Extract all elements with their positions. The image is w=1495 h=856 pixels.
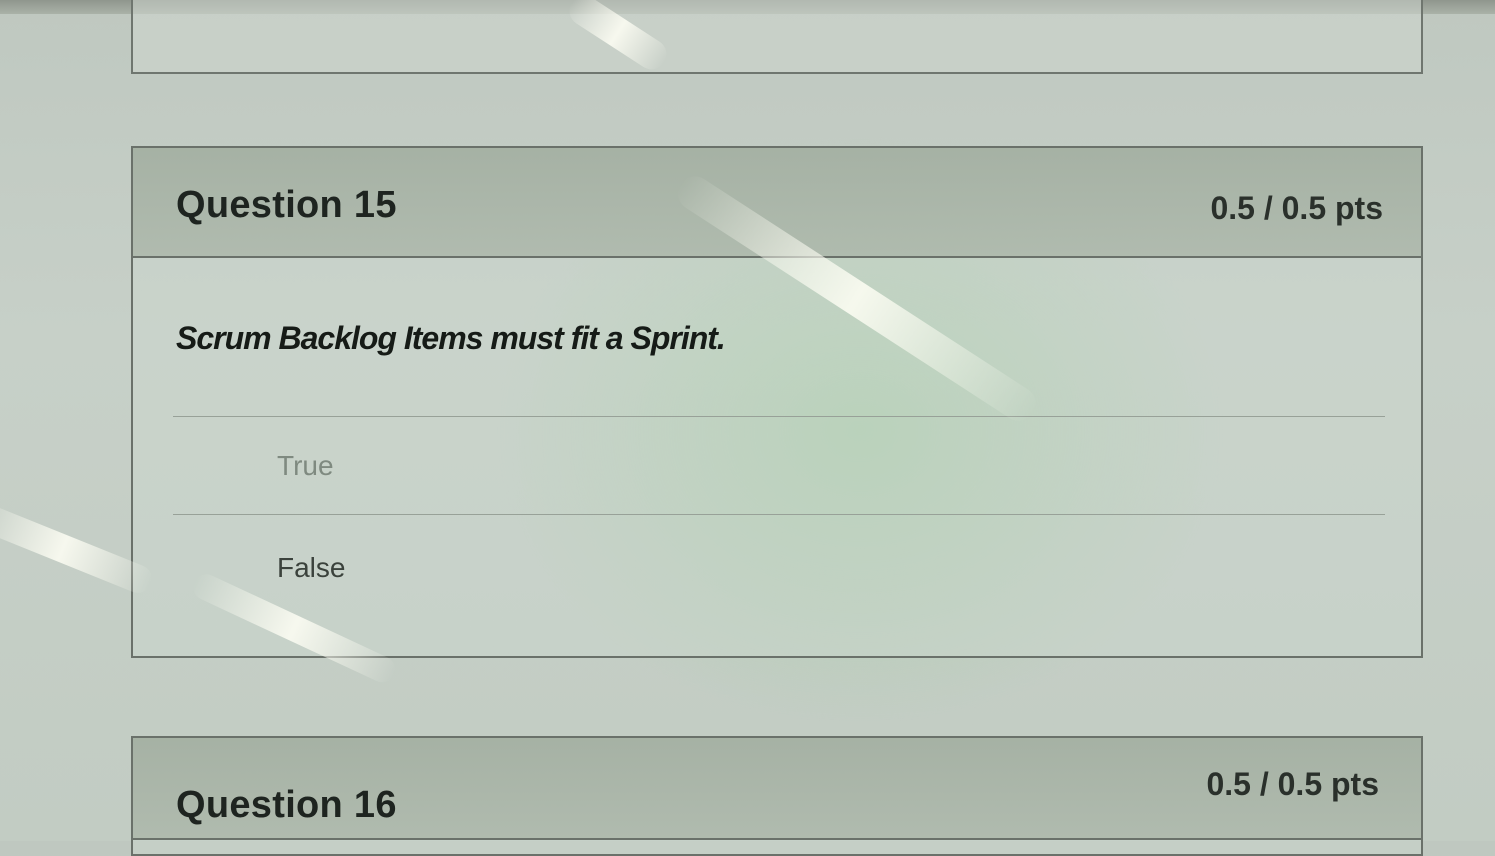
- question-header: Question 16 0.5 / 0.5 pts: [133, 738, 1421, 840]
- question-title: Question 16: [176, 784, 397, 826]
- question-points: 0.5 / 0.5 pts: [1210, 190, 1383, 226]
- previous-question-card: [131, 0, 1423, 74]
- answer-divider: [173, 416, 1385, 417]
- answer-label: True: [277, 450, 334, 481]
- answer-label: False: [277, 552, 346, 583]
- answer-divider: [173, 514, 1385, 515]
- answer-option-true[interactable]: True: [173, 440, 1385, 500]
- question-points: 0.5 / 0.5 pts: [1206, 766, 1379, 802]
- question-card-15: Question 15 0.5 / 0.5 pts Scrum Backlog …: [131, 146, 1423, 658]
- question-prompt: Scrum Backlog Items must fit a Sprint.: [176, 320, 726, 356]
- question-title: Question 15: [176, 184, 397, 226]
- question-header: Question 15 0.5 / 0.5 pts: [133, 148, 1421, 258]
- question-card-16: Question 16 0.5 / 0.5 pts: [131, 736, 1423, 856]
- answer-option-false[interactable]: False: [173, 542, 1385, 602]
